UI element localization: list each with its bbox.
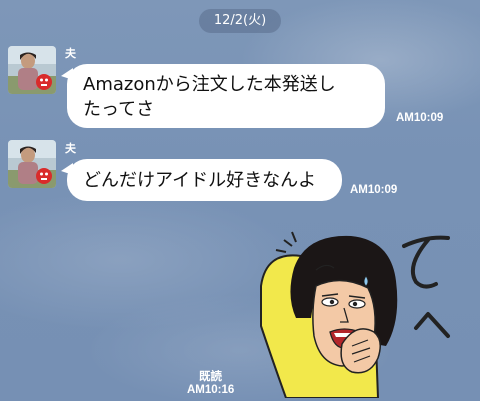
sticker-girl-face-icon[interactable] [256,226,456,398]
read-receipt: 既読 [199,369,222,383]
sender-avatar[interactable] [8,140,56,188]
date-separator: 12/2(火) [199,9,281,33]
sender-name: 夫 [65,47,76,60]
message-text-line: たってさ [83,99,155,120]
bubble-tail [61,163,73,175]
message-text-line: どんだけアイドル好きなんよ [83,170,317,191]
avatar-photo-icon [8,46,56,94]
sender-avatar[interactable] [8,46,56,94]
sender-name: 夫 [65,142,76,155]
bubble-tail [61,68,73,80]
message-bubble[interactable]: どんだけアイドル好きなんよ [61,159,342,201]
message-time: AM10:09 [396,112,444,124]
sticker-time: AM10:16 [187,384,235,396]
avatar-photo-icon [8,140,56,188]
message-text-line: Amazonから注文した本発送し [83,74,336,95]
message-time: AM10:09 [350,184,398,196]
message-bubble[interactable]: Amazonから注文した本発送し たってさ [61,64,385,128]
